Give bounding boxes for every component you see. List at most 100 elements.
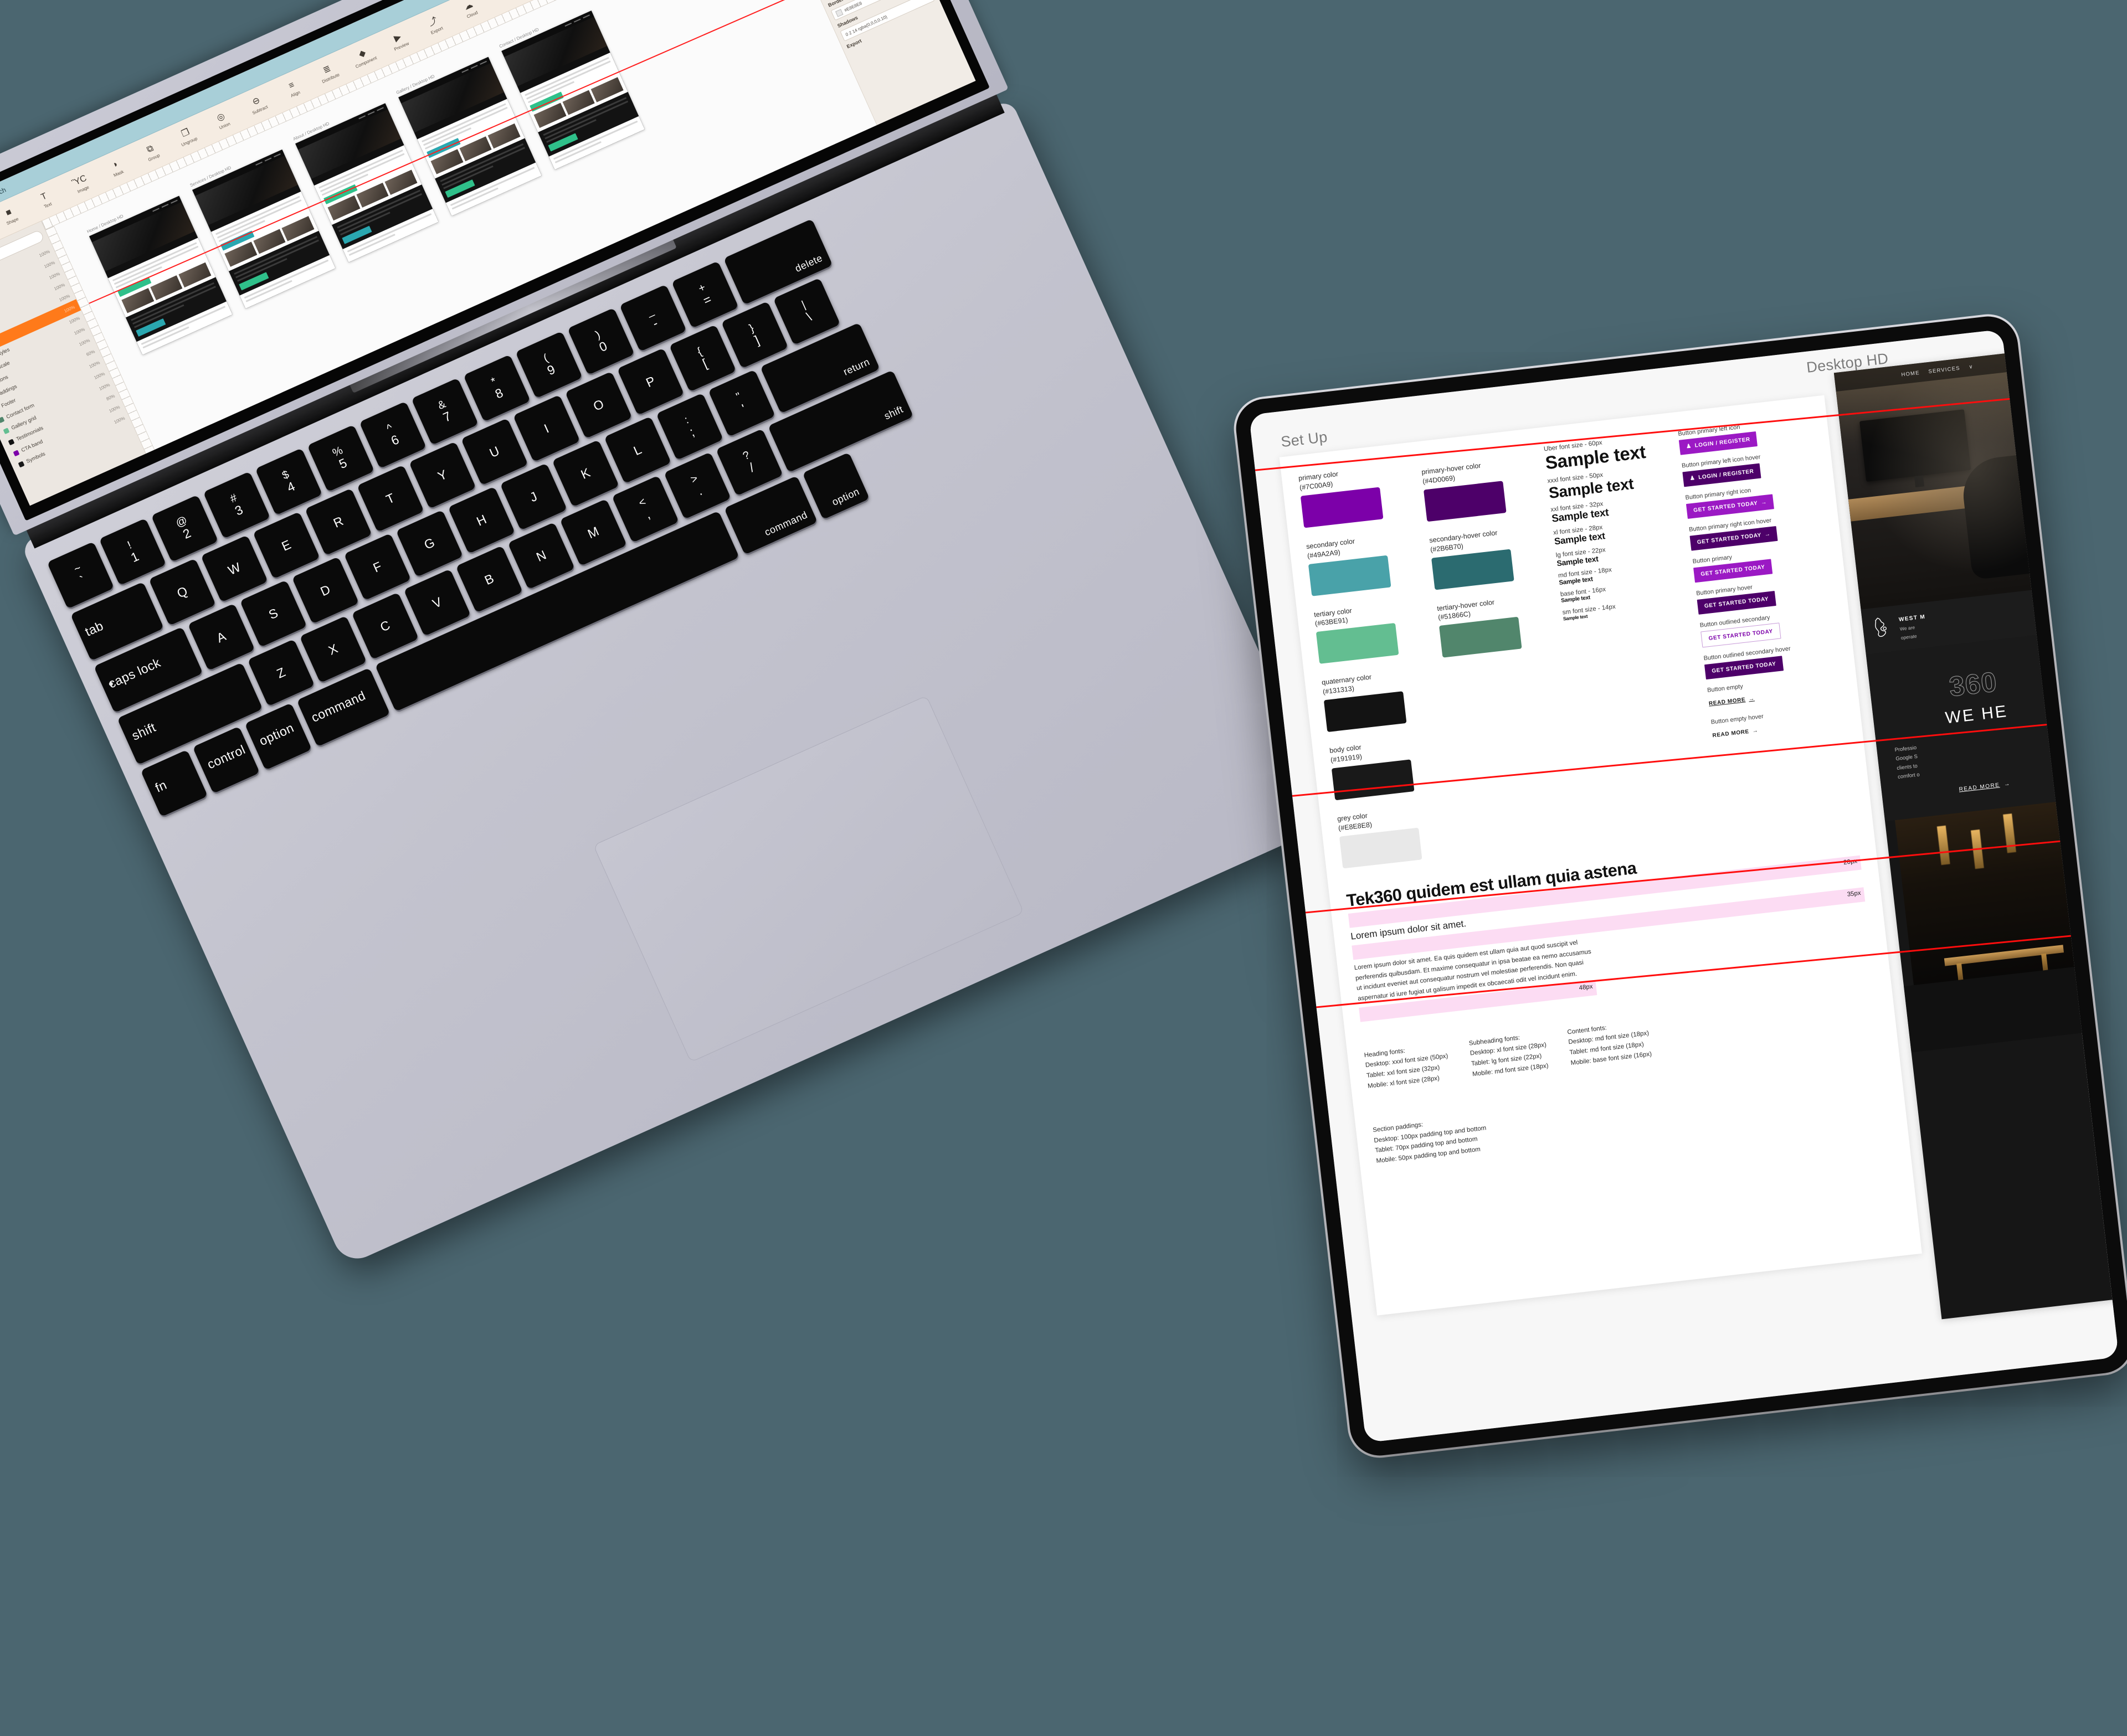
swatch-label: tertiary-hover color (#51866C) <box>1436 591 1554 622</box>
toolbar-tool-label: Text <box>43 201 53 209</box>
color-swatch-block[interactable]: grey color (#E8E8E8) <box>1337 801 1457 868</box>
info-strip-text: WEST M We are operate <box>1898 611 1928 642</box>
border-swatch <box>835 8 844 17</box>
read-more-label: READ MORE <box>1959 782 2000 793</box>
toolbar-tool-label: Component <box>354 55 378 70</box>
button-label: READ MORE <box>1708 697 1746 707</box>
layer-opacity: 100% <box>113 415 126 425</box>
swatch-chip <box>1323 691 1407 733</box>
toolbar-tool-subtract[interactable]: ⊖ Subtract <box>243 92 272 117</box>
subtract-icon: ⊖ <box>251 95 262 107</box>
button-label: GET STARTED TODAY <box>1711 661 1777 674</box>
swatch-label: tertiary color (#63BE91) <box>1313 597 1430 629</box>
tablet-screen: Set Up Desktop HD primary color (#7C00A9)… <box>1249 329 2119 1443</box>
swatch-hex: (#2B6B70) <box>1430 542 1464 554</box>
toolbar-tool-preview[interactable]: ▶ Preview <box>385 29 414 53</box>
layer-opacity: 100% <box>73 326 86 336</box>
color-swatch-block-hover[interactable]: tertiary-hover color (#51866C) <box>1436 591 1558 658</box>
setup-artboard[interactable]: primary color (#7C00A9) secondary color (#4… <box>1279 395 1922 1316</box>
chevron-down-icon[interactable]: ∨ <box>1969 363 1974 370</box>
layer-color-swatch <box>3 427 10 434</box>
toolbar-tool-image[interactable]: ὛC Image <box>66 172 95 197</box>
button-spec-block: Button primary left icon hover ♟ LOGIN / R… <box>1681 447 1816 487</box>
layer-opacity: 100% <box>63 304 76 314</box>
toolbar-tool-text[interactable]: T Text <box>31 188 60 212</box>
button-label: LOGIN / REGISTER <box>1694 436 1751 449</box>
color-swatch-block[interactable]: quaternary color (#131313) <box>1321 665 1442 733</box>
button-label: READ MORE <box>1712 728 1750 739</box>
layer-opacity: 100% <box>58 293 71 302</box>
button-label: GET STARTED TODAY <box>1693 500 1758 514</box>
mask-icon: ◑ <box>110 159 120 171</box>
key-bottom: 1 <box>129 548 141 565</box>
toolbar-tool-label: Mask <box>112 169 125 178</box>
swatch-name: primary color <box>1298 470 1339 482</box>
table-leg-2 <box>2041 953 2048 971</box>
color-swatch-block[interactable]: body color (#191919) <box>1329 733 1450 801</box>
layer-opacity: 100% <box>43 260 56 269</box>
button-spec-block: Button primary hover GET STARTED TODAY <box>1696 575 1831 615</box>
button-spec-block: Button primary right icon hover GET START… <box>1689 512 1823 551</box>
swatch-hex: (#4D0069) <box>1422 473 1456 486</box>
toolbar-tool-export[interactable]: ⤴ Export <box>420 13 449 38</box>
key-bottom: , <box>643 506 653 522</box>
key-option-right[interactable]: option <box>802 452 870 520</box>
website-paragraph: Professio Google S clients to comfort o <box>1888 726 2074 784</box>
swatch-label: body color (#191919) <box>1329 733 1445 765</box>
cloud-icon: ☁ <box>462 0 475 12</box>
toolbar-tool-ungroup[interactable]: ❐ Ungroup <box>173 125 202 149</box>
swatch-chip <box>1331 759 1415 801</box>
key-bottom: = <box>701 291 714 308</box>
button-spec-block: Button outlined secondary GET STARTED TOD… <box>1699 607 1835 648</box>
key-bottom: 3 <box>232 502 245 518</box>
layer-opacity: 80% <box>105 393 116 401</box>
toolbar-tool-shape[interactable]: ■ Shape <box>0 204 25 228</box>
strip-title: WEST M <box>1898 614 1926 623</box>
toolbar-tool-union[interactable]: ◎ Union <box>208 109 237 133</box>
toolbar-tool-component[interactable]: ◆ Component <box>350 45 378 69</box>
website-read-more-button[interactable]: READ MORE → <box>1959 781 2011 793</box>
swatch-label: quaternary color (#131313) <box>1321 665 1437 697</box>
arrow-right-icon: → <box>1752 728 1759 735</box>
swatch-name: secondary color <box>1306 537 1355 550</box>
toolbar-tool-distribute[interactable]: ≣ Distribute <box>314 61 343 85</box>
color-swatch-block-hover[interactable]: primary-hover color (#4D0069) <box>1421 455 1543 522</box>
layer-opacity: 100% <box>53 282 66 291</box>
swatch-label: secondary color (#49A2A9) <box>1306 529 1422 560</box>
color-swatch-block-hover[interactable]: secondary-hover color (#2B6B70) <box>1429 523 1550 590</box>
toolbar-tool-group[interactable]: ⧉ Group <box>137 140 166 164</box>
toolbar-tool-mask[interactable]: ◑ Mask <box>102 156 131 181</box>
arrow-right-icon: → <box>1760 499 1768 506</box>
key-bottom: \ <box>804 309 814 324</box>
design-system-button[interactable]: READ MORE → <box>1708 691 1763 712</box>
nav-item-services[interactable]: SERVICES <box>1928 365 1960 374</box>
key-bottom: 9 <box>544 362 558 378</box>
tablet-design-canvas[interactable]: Set Up Desktop HD primary color (#7C00A9)… <box>1249 329 2119 1443</box>
key-bottom: ] <box>752 332 762 347</box>
button-label: GET STARTED TODAY <box>1708 628 1774 642</box>
spacer-label: 20px <box>1843 858 1858 867</box>
user-icon: ♟ <box>1689 475 1696 482</box>
layer-opacity: 100% <box>93 370 106 380</box>
nav-item-home[interactable]: HOME <box>1901 369 1920 378</box>
swatch-label: secondary-hover color (#2B6B70) <box>1429 523 1546 554</box>
layer-color-swatch <box>18 461 25 467</box>
website-hero-copy: 360 WE HE Professio Google S clients to … <box>1866 631 2090 822</box>
key-bottom: 6 <box>388 431 402 448</box>
arrow-right-icon: → <box>1764 531 1771 538</box>
align-icon: ≡ <box>287 80 296 91</box>
group-icon: ⧉ <box>145 143 155 155</box>
toolbar-tool-cloud[interactable]: ☁ Cloud <box>456 0 485 22</box>
toolbar-tool-align[interactable]: ≡ Align <box>279 76 307 101</box>
color-swatch-block[interactable]: tertiary color (#63BE91) <box>1313 597 1434 664</box>
design-system-button[interactable]: READ MORE → <box>1712 723 1766 744</box>
color-swatch-block[interactable]: primary color (#7C00A9) <box>1298 461 1419 528</box>
layer-opacity: 100% <box>108 404 121 414</box>
spacer-label: 35px <box>1847 890 1862 898</box>
table-leg-1 <box>1956 963 1963 981</box>
key-bottom: - <box>650 315 661 331</box>
button-spec-block: Button empty hover READ MORE → <box>1710 704 1845 743</box>
button-label: GET STARTED TODAY <box>1697 532 1762 546</box>
color-swatch-block[interactable]: secondary color (#49A2A9) <box>1306 529 1426 596</box>
artboard-label-setup[interactable]: Set Up <box>1280 429 1328 451</box>
